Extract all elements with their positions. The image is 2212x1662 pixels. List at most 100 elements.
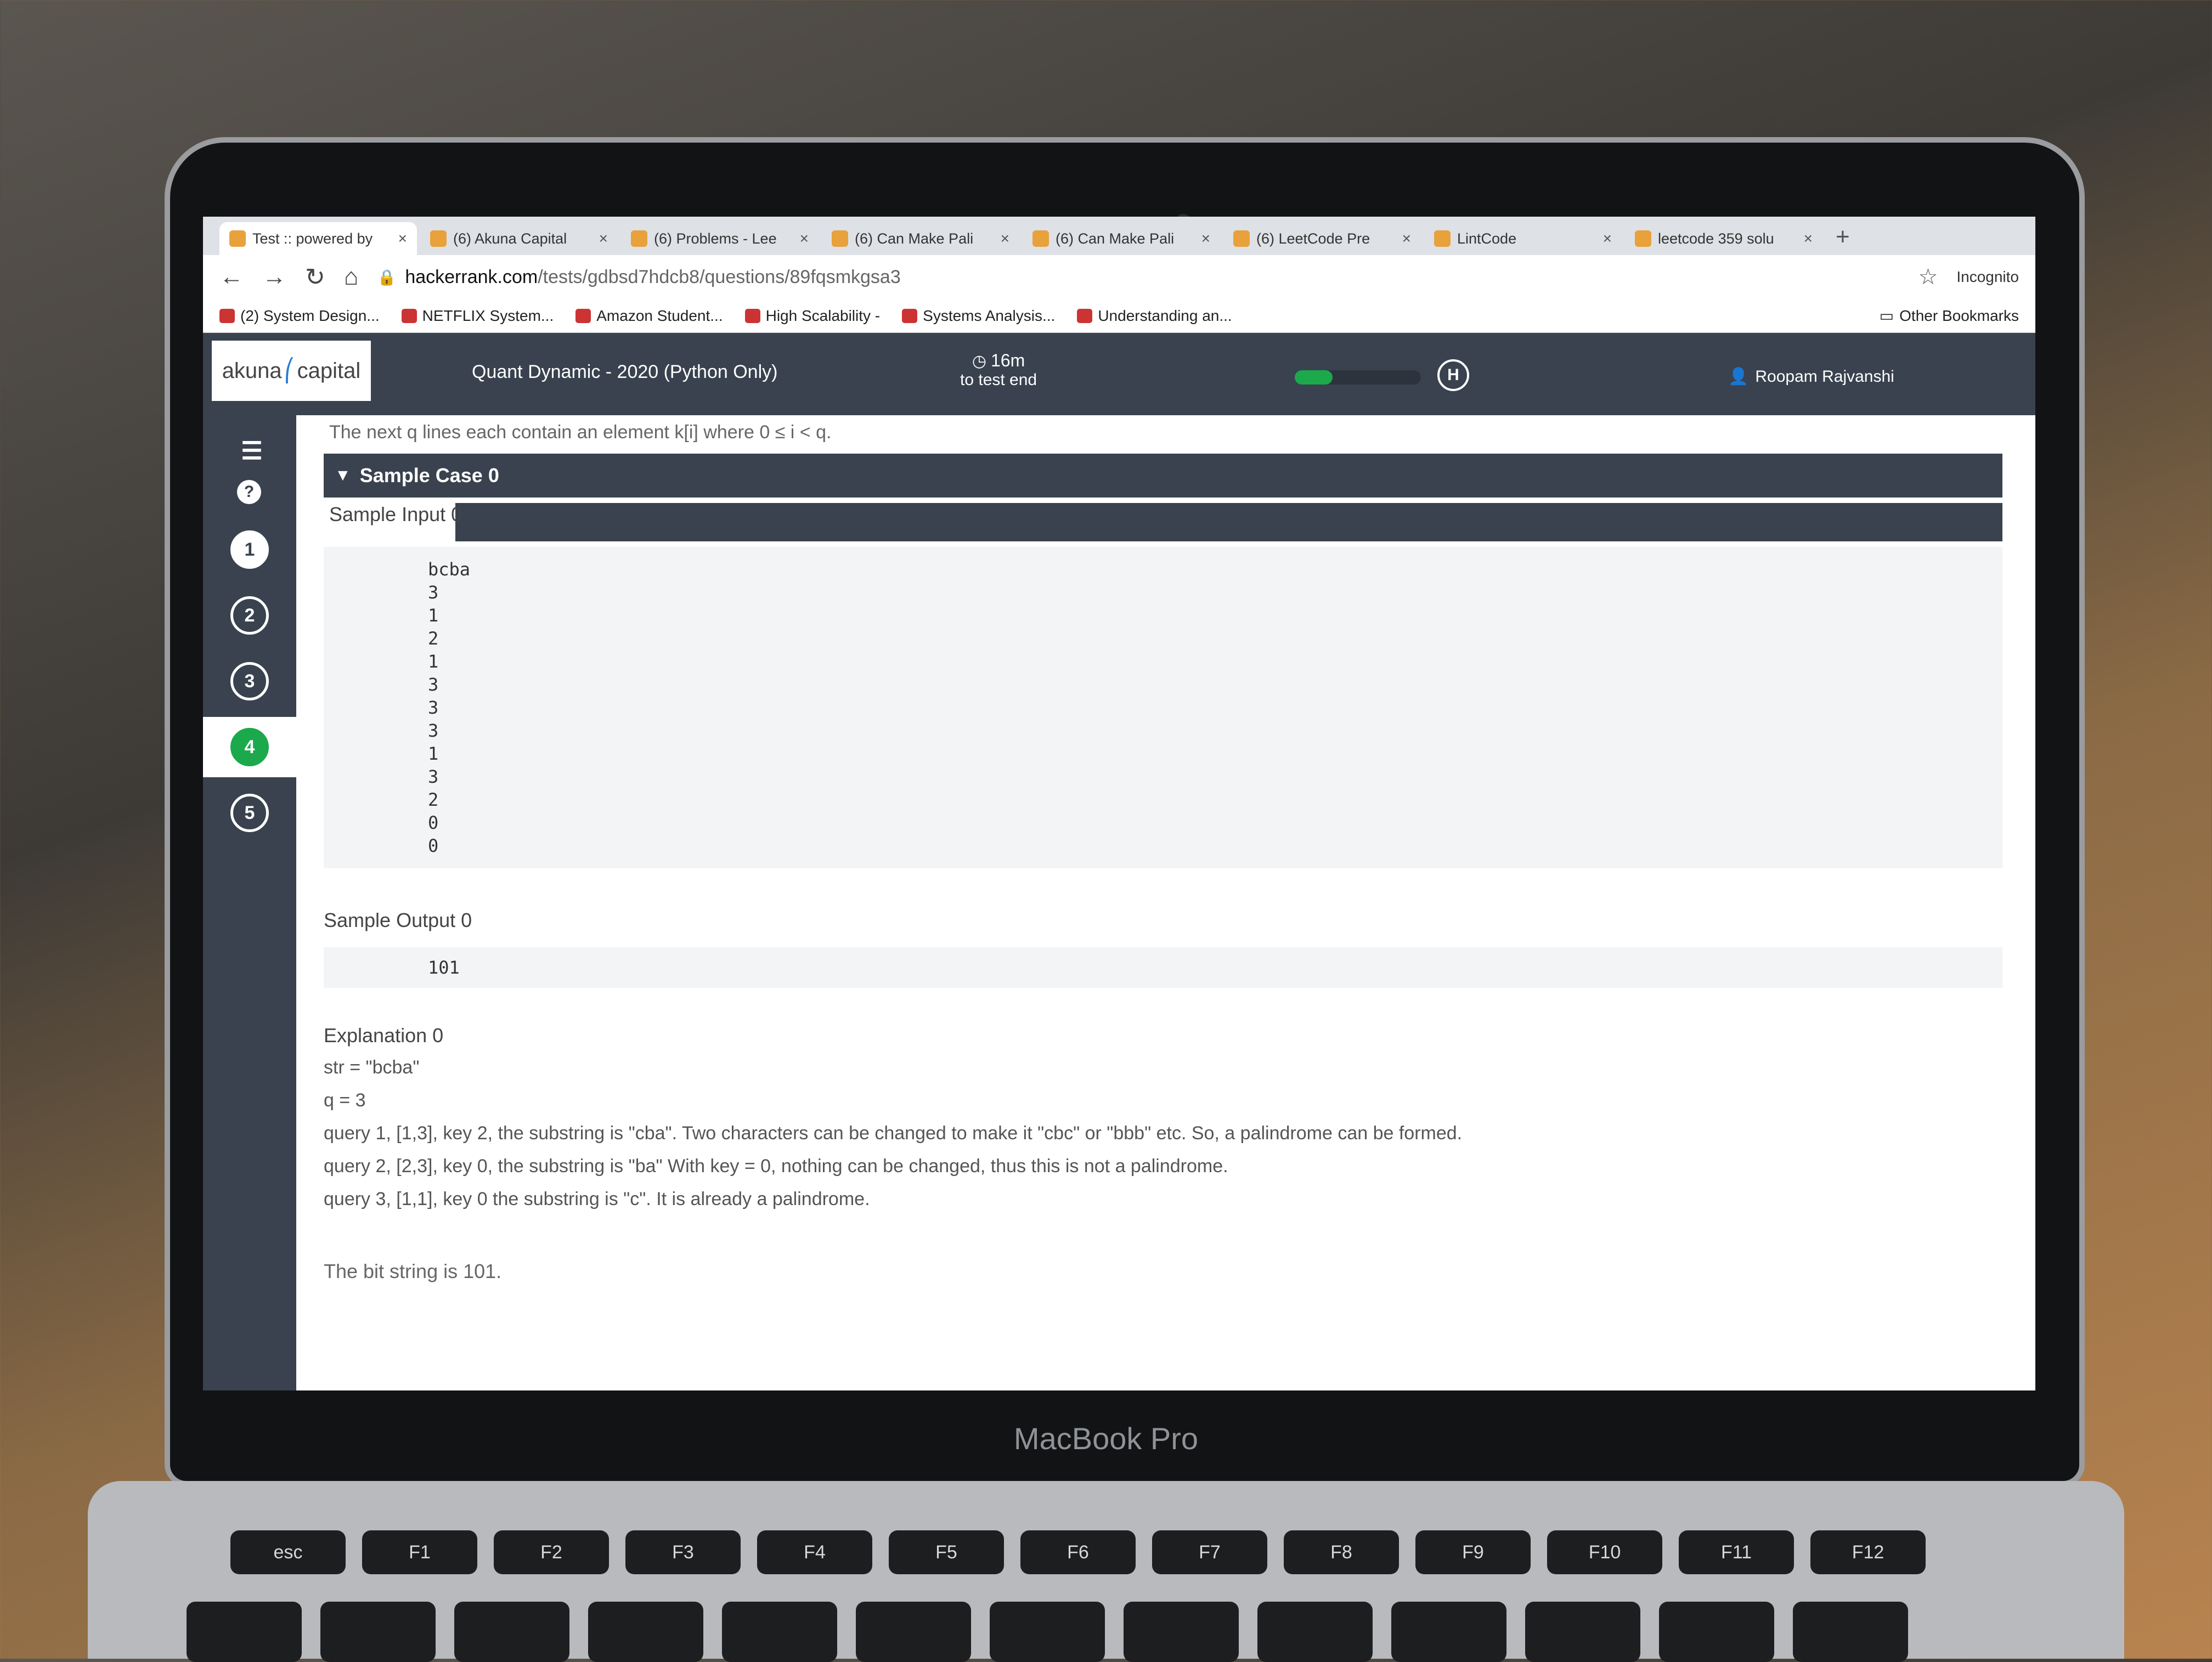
- keyboard-key[interactable]: F12: [1810, 1530, 1926, 1574]
- sample-input-line: 0: [428, 835, 439, 856]
- close-icon[interactable]: ×: [1603, 230, 1612, 247]
- close-icon[interactable]: ×: [800, 230, 809, 247]
- tab-title: (6) Problems - Lee: [654, 230, 777, 247]
- bookmarks-bar: (2) System Design... NETFLIX System... Ama…: [203, 299, 2035, 333]
- explanation-line: str = "bcba": [324, 1057, 420, 1078]
- tab-favicon-icon: [631, 230, 647, 247]
- keyboard-key[interactable]: esc: [230, 1530, 346, 1574]
- bookmark-item[interactable]: (2) System Design...: [219, 307, 380, 325]
- keyboard-key[interactable]: F5: [889, 1530, 1004, 1574]
- question-nav-1[interactable]: 1: [230, 530, 269, 569]
- sample-input-line: 3: [428, 720, 439, 741]
- browser-tab[interactable]: leetcode 359 solu ×: [1625, 222, 1822, 255]
- bookmark-item[interactable]: NETFLIX System...: [401, 307, 554, 325]
- sample-input-line: bcba: [428, 559, 471, 580]
- browser-tab[interactable]: LintCode ×: [1424, 222, 1622, 255]
- question-nav-3[interactable]: 3: [230, 662, 269, 700]
- sample-input-line: 0: [428, 812, 439, 833]
- bookmark-star-icon[interactable]: ☆: [1918, 264, 1938, 290]
- test-progress-bar: [1295, 370, 1421, 385]
- tab-favicon-icon: [229, 230, 246, 247]
- lock-icon: 🔒: [377, 268, 397, 286]
- question-nav-5[interactable]: 5: [230, 794, 269, 832]
- menu-icon[interactable]: ☰: [233, 432, 271, 470]
- close-icon[interactable]: ×: [1001, 230, 1009, 247]
- new-tab-button[interactable]: +: [1826, 223, 1860, 255]
- sample-input-label: Sample Input 0: [329, 503, 462, 525]
- sample-input-line: 3: [428, 766, 439, 787]
- keyboard-key[interactable]: F4: [757, 1530, 872, 1574]
- bookmark-item[interactable]: Amazon Student...: [575, 307, 723, 325]
- explanation-line: query 1, [1,3], key 2, the substring is …: [324, 1123, 1463, 1144]
- keyboard-key[interactable]: F2: [494, 1530, 609, 1574]
- explanation-line: query 3, [1,1], key 0 the substring is "…: [324, 1189, 870, 1209]
- intro-line: The next q lines each contain an element…: [329, 422, 832, 443]
- bookmark-item[interactable]: Systems Analysis...: [902, 307, 1055, 325]
- keyboard-key[interactable]: F7: [1152, 1530, 1267, 1574]
- bookmark-item[interactable]: Understanding an...: [1077, 307, 1232, 325]
- browser-tab[interactable]: (6) Problems - Lee ×: [621, 222, 819, 255]
- keyboard-key[interactable]: F8: [1284, 1530, 1399, 1574]
- tab-title: (6) LeetCode Pre: [1256, 230, 1370, 247]
- user-menu[interactable]: 👤 Roopam Rajvanshi: [1728, 367, 1894, 386]
- explanation-line: query 2, [2,3], key 0, the substring is …: [324, 1156, 1228, 1177]
- close-icon[interactable]: ×: [1804, 230, 1813, 247]
- sample-input-line: 3: [428, 582, 439, 603]
- incognito-indicator[interactable]: Incognito: [1956, 268, 2019, 286]
- back-icon[interactable]: ←: [219, 263, 244, 291]
- bookmark-icon: [575, 308, 591, 323]
- other-bookmarks[interactable]: ▭ Other Bookmarks: [1880, 307, 2019, 325]
- help-icon[interactable]: ?: [237, 480, 261, 504]
- sample-input-line: 3: [428, 674, 439, 695]
- keyboard-key[interactable]: F10: [1547, 1530, 1662, 1574]
- clock-icon: ◷: [972, 352, 987, 370]
- browser-tab[interactable]: Test :: powered by ×: [219, 222, 417, 255]
- tab-favicon-icon: [1032, 230, 1049, 247]
- test-header: akuna ⎛ capital Quant Dynamic - 2020 (Pyth…: [203, 333, 2035, 415]
- keyboard: esc F1 F2 F3 F4 F5 F6 F7 F8 F9 F10 F11 F12: [88, 1481, 2124, 1662]
- tab-title: (6) Can Make Pali: [855, 230, 974, 247]
- home-icon[interactable]: ⌂: [344, 263, 359, 291]
- question-nav-4[interactable]: 4: [230, 728, 269, 766]
- sample-input-line: 1: [428, 651, 439, 672]
- explanation-line: q = 3: [324, 1090, 366, 1111]
- browser-tab[interactable]: (6) Can Make Pali ×: [822, 222, 1019, 255]
- address-bar[interactable]: 🔒 hackerrank.com/tests/gdbsd7hdcb8/quest…: [377, 261, 1899, 293]
- bookmark-icon: [744, 308, 760, 323]
- user-icon: 👤: [1728, 368, 1749, 386]
- sample-input-line: 3: [428, 697, 439, 718]
- question-nav-2[interactable]: 2: [230, 596, 269, 635]
- sample-input-line: 2: [428, 789, 439, 810]
- browser-tab[interactable]: (6) Can Make Pali ×: [1023, 222, 1220, 255]
- tab-title: (6) Akuna Capital: [453, 230, 567, 247]
- sample-input-box: bcba 3 1 2 1 3 3 3 1 3 2 0 0: [324, 547, 2002, 868]
- sample-input-strip: [324, 498, 2002, 541]
- close-icon[interactable]: ×: [599, 230, 608, 247]
- progress-fill: [1295, 370, 1333, 385]
- forward-icon[interactable]: →: [262, 263, 286, 291]
- keyboard-key[interactable]: F3: [625, 1530, 741, 1574]
- reload-icon[interactable]: ↻: [305, 263, 325, 291]
- explanation-label: Explanation 0: [324, 1024, 444, 1047]
- keyboard-key[interactable]: F1: [362, 1530, 477, 1574]
- bookmark-item[interactable]: High Scalability -: [744, 307, 880, 325]
- sample-case-header[interactable]: ▼ Sample Case 0: [324, 454, 2002, 498]
- close-icon[interactable]: ×: [1402, 230, 1411, 247]
- tab-favicon-icon: [1233, 230, 1250, 247]
- close-icon[interactable]: ×: [398, 230, 407, 247]
- tab-bar: Test :: powered by × (6) Akuna Capital × (6)…: [203, 217, 2035, 255]
- browser-tab[interactable]: (6) LeetCode Pre ×: [1223, 222, 1421, 255]
- sample-output-value: 101: [428, 957, 460, 978]
- timer-caption: to test end: [960, 371, 1037, 389]
- close-icon[interactable]: ×: [1201, 230, 1210, 247]
- keyboard-key[interactable]: F9: [1415, 1530, 1531, 1574]
- sample-input-line: 2: [428, 628, 439, 649]
- keyboard-key[interactable]: F11: [1679, 1530, 1794, 1574]
- test-timer: ◷ 16m to test end: [960, 351, 1037, 389]
- tab-title: leetcode 359 solu: [1658, 230, 1774, 247]
- keyboard-key[interactable]: F6: [1020, 1530, 1136, 1574]
- collapse-triangle-icon: ▼: [335, 466, 351, 484]
- tab-title: (6) Can Make Pali: [1056, 230, 1175, 247]
- tab-favicon-icon: [430, 230, 447, 247]
- browser-tab[interactable]: (6) Akuna Capital ×: [420, 222, 618, 255]
